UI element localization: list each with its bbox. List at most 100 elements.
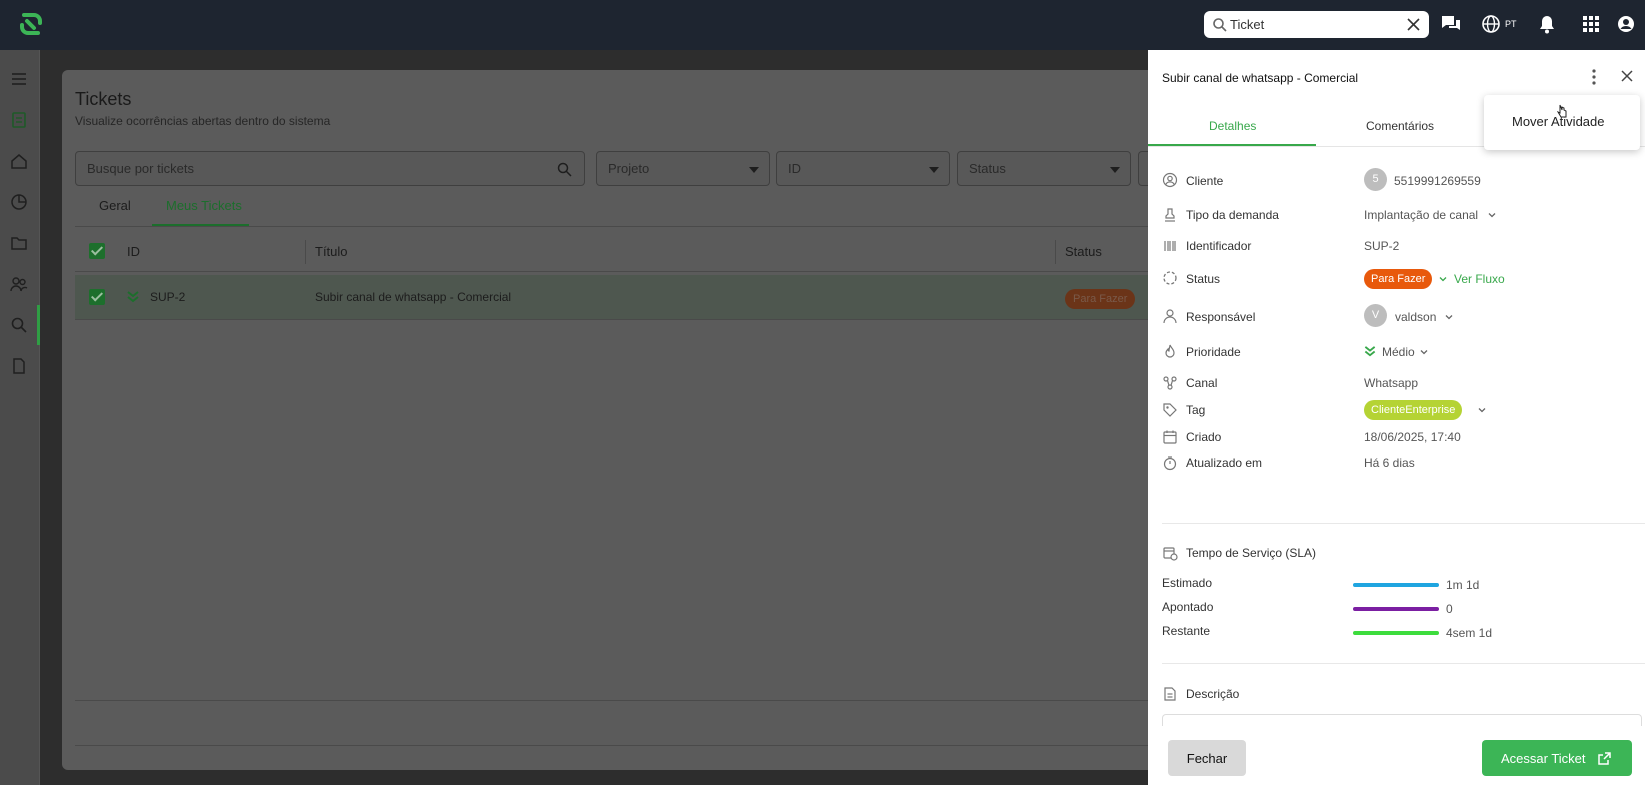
calendar-clock-icon [1163, 547, 1178, 561]
top-bar: PT [0, 0, 1645, 50]
sla-estimado-bar [1353, 583, 1439, 587]
app-logo-icon[interactable] [16, 9, 46, 39]
row-status-badge: Para Fazer [1065, 289, 1136, 309]
descricao-editor[interactable] [1162, 714, 1642, 726]
descricao-label: Descrição [1186, 687, 1240, 701]
tab-meus-tickets[interactable]: Meus Tickets [166, 198, 242, 213]
page-subtitle: Visualize ocorrências abertas dentro do … [75, 114, 331, 128]
mouse-cursor-icon [1557, 104, 1567, 118]
column-titulo[interactable]: Título [315, 244, 348, 259]
home-icon[interactable] [10, 152, 28, 170]
sla-estimado-value: 1m 1d [1446, 578, 1480, 592]
tag-badge[interactable]: ClienteEnterprise [1364, 400, 1463, 420]
filter-id-label: ID [788, 161, 801, 176]
cliente-avatar: 5 [1364, 168, 1387, 191]
sla-apontado-label: Apontado [1162, 600, 1214, 614]
select-all-checkbox[interactable] [89, 243, 105, 259]
column-id[interactable]: ID [127, 244, 140, 259]
sla-restante-label: Restante [1162, 624, 1211, 638]
status-label: Status [1186, 272, 1221, 286]
document-icon[interactable] [10, 357, 28, 375]
globe-icon[interactable] [1480, 13, 1502, 35]
clear-icon[interactable] [1406, 17, 1421, 32]
filter-id[interactable]: ID [776, 151, 950, 186]
row-id: SUP-2 [150, 290, 186, 304]
filter-projeto[interactable]: Projeto [596, 151, 770, 186]
search-icon [1213, 18, 1227, 32]
barcode-icon [1164, 241, 1176, 251]
apps-grid-icon[interactable] [1580, 13, 1602, 35]
acessar-ticket-label: Acessar Ticket [1501, 750, 1586, 766]
language-label[interactable]: PT [1505, 19, 1517, 29]
status-dashed-circle-icon [1163, 271, 1177, 285]
page-title: Tickets [75, 89, 132, 109]
menu-icon[interactable] [10, 70, 28, 88]
table-footer-divider [75, 700, 1162, 701]
stamp-icon [1165, 208, 1175, 222]
acessar-ticket-button[interactable]: Acessar Ticket [1482, 740, 1632, 776]
status-badge[interactable]: Para Fazer [1364, 269, 1433, 289]
caret-down-icon [1110, 167, 1120, 173]
filter-status-label: Status [969, 161, 1006, 176]
section-divider [1162, 523, 1645, 524]
criado-value: 18/06/2025, 17:40 [1364, 430, 1461, 444]
chevron-down-icon[interactable] [1478, 406, 1486, 414]
sla-apontado-bar [1353, 607, 1439, 611]
sla-restante-value: 4sem 1d [1446, 626, 1493, 640]
prioridade-value[interactable]: Médio [1382, 345, 1415, 359]
filter-projeto-label: Projeto [608, 161, 650, 176]
tipo-demanda-value[interactable]: Implantação de canal [1364, 208, 1478, 222]
fechar-button[interactable]: Fechar [1168, 740, 1246, 776]
more-options-icon[interactable] [1586, 67, 1602, 87]
drawer-tab-detalhes[interactable]: Detalhes [1209, 119, 1256, 133]
dashboard-icon[interactable] [10, 111, 28, 129]
sla-title: Tempo de Serviço (SLA) [1186, 546, 1317, 560]
priority-medium-icon [1364, 346, 1376, 357]
filter-status[interactable]: Status [957, 151, 1131, 186]
folder-icon[interactable] [10, 234, 28, 252]
canal-label: Canal [1186, 376, 1218, 390]
reports-icon[interactable] [10, 193, 28, 211]
channel-nodes-icon [1163, 376, 1177, 390]
global-search-input[interactable] [1230, 14, 1400, 35]
sla-restante-bar [1353, 631, 1439, 635]
ticket-search-field[interactable]: Busque por tickets [75, 151, 585, 186]
column-separator [305, 240, 306, 264]
criado-label: Criado [1186, 430, 1222, 444]
bell-icon[interactable] [1536, 13, 1558, 35]
global-search[interactable] [1204, 11, 1429, 38]
caret-down-icon [749, 167, 759, 173]
users-icon[interactable] [10, 275, 28, 293]
table-row[interactable]: SUP-2 Subir canal de whatsapp - Comercia… [75, 275, 1162, 320]
sidebar [0, 50, 40, 785]
user-account-icon[interactable] [1615, 13, 1637, 35]
user-circle-icon [1162, 172, 1178, 188]
row-checkbox[interactable] [89, 289, 105, 305]
drawer-title: Subir canal de whatsapp - Comercial [1162, 71, 1359, 85]
tipo-demanda-label: Tipo da demanda [1186, 208, 1279, 222]
identificador-label: Identificador [1186, 239, 1252, 253]
calendar-icon [1163, 430, 1177, 444]
tab-geral[interactable]: Geral [99, 198, 131, 213]
sidebar-active-indicator [37, 305, 40, 345]
chevron-down-icon[interactable] [1420, 348, 1428, 356]
ticket-detail-drawer: Subir canal de whatsapp - Comercial Deta… [1148, 50, 1645, 785]
table-footer-divider [75, 745, 1162, 746]
search-icon[interactable] [10, 316, 28, 334]
chevron-down-icon[interactable] [1445, 313, 1453, 321]
external-link-icon [1598, 752, 1611, 765]
responsavel-value[interactable]: valdson [1395, 310, 1436, 324]
chat-icon[interactable] [1440, 13, 1462, 35]
column-separator [1055, 240, 1056, 264]
responsavel-avatar: V [1364, 304, 1387, 327]
timer-icon [1163, 456, 1177, 471]
chevron-down-icon[interactable] [1488, 211, 1496, 219]
column-status[interactable]: Status [1065, 244, 1102, 259]
chevron-down-icon[interactable] [1439, 275, 1447, 283]
drawer-tab-comentarios[interactable]: Comentários [1366, 119, 1434, 133]
ver-fluxo-link[interactable]: Ver Fluxo [1454, 272, 1505, 286]
search-icon [557, 162, 572, 177]
caret-down-icon [929, 167, 939, 173]
ticket-search-placeholder: Busque por tickets [87, 161, 194, 176]
close-icon[interactable] [1620, 69, 1634, 83]
